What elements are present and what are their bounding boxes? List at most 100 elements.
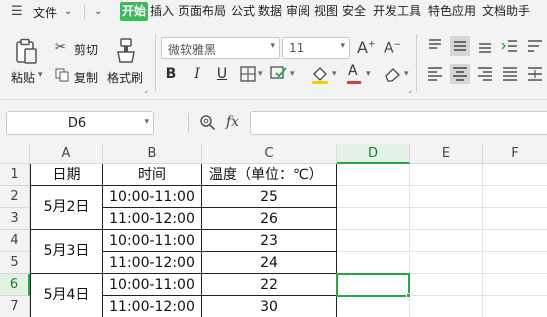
tab-view[interactable]: 视图 (312, 2, 340, 21)
cut-label[interactable]: 剪切 (74, 41, 98, 58)
distributed-align-icon[interactable] (525, 64, 545, 84)
cell-a4-merged[interactable]: 5月3日 (31, 230, 102, 273)
row-header-5[interactable]: 5 (0, 252, 30, 274)
decrease-font-icon[interactable]: A− (384, 40, 401, 57)
eraser-icon[interactable] (384, 66, 402, 82)
gridline (337, 207, 547, 208)
row-header-2[interactable]: 2 (0, 186, 30, 208)
cell-a6-merged[interactable]: 5月4日 (31, 274, 102, 317)
cell-c3[interactable]: 26 (202, 208, 336, 230)
cell-c7[interactable]: 30 (202, 296, 336, 317)
cell-a2-merged[interactable]: 5月2日 (31, 186, 102, 229)
indent-icon[interactable] (500, 36, 520, 56)
increase-font-icon[interactable]: A+ (357, 38, 376, 57)
gridline (337, 185, 547, 186)
align-middle-icon[interactable] (450, 36, 470, 56)
borders-icon[interactable] (240, 66, 256, 82)
cell-b5[interactable]: 11:00-12:00 (103, 252, 201, 274)
tab-formulas[interactable]: 公式 (229, 2, 257, 21)
scissors-icon[interactable]: ✂ (55, 40, 66, 55)
active-cell-d6[interactable] (336, 273, 410, 297)
file-menu[interactable]: 文件 (33, 4, 57, 21)
fill-color-icon[interactable] (310, 65, 330, 85)
font-color-icon[interactable]: A (348, 63, 358, 79)
chevron-down-icon[interactable]: ▾ (404, 69, 409, 79)
format-painter-label[interactable]: 格式刷 (107, 69, 143, 86)
font-size-select[interactable]: 11 ▾ (282, 37, 350, 59)
font-color-swatch (347, 81, 361, 84)
formula-input[interactable] (250, 111, 547, 135)
cell-b1[interactable]: 时间 (103, 164, 201, 186)
zoom-search-icon[interactable] (199, 114, 216, 131)
column-header-e[interactable]: E (410, 144, 483, 164)
cell-b7[interactable]: 11:00-12:00 (103, 296, 201, 317)
cell-b4[interactable]: 10:00-11:00 (103, 230, 201, 252)
tab-page-layout[interactable]: 页面布局 (176, 2, 228, 21)
tab-data[interactable]: 数据 (256, 2, 284, 21)
underline-icon[interactable]: U (212, 64, 232, 84)
more-chevron-icon[interactable]: ⌄ (94, 6, 102, 17)
bold-icon[interactable]: B (161, 64, 181, 84)
paste-icon[interactable] (14, 38, 38, 66)
paste-label[interactable]: 粘贴 (11, 69, 35, 86)
cell-b3[interactable]: 11:00-12:00 (103, 208, 201, 230)
copy-icon[interactable] (55, 68, 69, 82)
column-header-b[interactable]: B (103, 144, 202, 164)
cell-b6[interactable]: 10:00-11:00 (103, 274, 201, 296)
italic-icon[interactable]: I (187, 64, 207, 84)
column-header-f[interactable]: F (483, 144, 547, 164)
chevron-down-icon: ▾ (144, 117, 149, 127)
chevron-down-icon[interactable]: ▾ (332, 69, 337, 79)
font-launcher-icon[interactable]: ⌟ (408, 85, 412, 94)
chevron-down-icon[interactable]: ⌄ (64, 6, 72, 17)
font-name-select[interactable]: 微软雅黑 ▾ (161, 37, 280, 59)
wrap-text-icon[interactable] (525, 36, 545, 56)
clipboard-launcher-icon[interactable]: ⌟ (144, 85, 148, 94)
column-header-a[interactable]: A (30, 144, 103, 164)
row-header-7[interactable]: 7 (0, 296, 30, 317)
cell-style-icon[interactable] (270, 66, 288, 82)
chevron-down-icon[interactable]: ▾ (366, 69, 371, 79)
tab-special-apps[interactable]: 特色应用 (426, 2, 478, 21)
chevron-down-icon[interactable]: ▾ (290, 69, 295, 79)
format-painter-icon[interactable] (115, 38, 137, 64)
align-left-icon[interactable] (425, 64, 445, 84)
cell-c2[interactable]: 25 (202, 186, 336, 208)
tab-insert[interactable]: 插入 (148, 2, 176, 21)
cell-c6[interactable]: 22 (202, 274, 336, 296)
fill-handle[interactable] (406, 293, 411, 298)
formula-bar: D6 ▾ fx (0, 100, 547, 144)
align-top-icon[interactable] (425, 36, 445, 56)
ribbon-separator (155, 34, 156, 92)
copy-label[interactable]: 复制 (74, 69, 98, 86)
row-header-1[interactable]: 1 (0, 164, 30, 186)
column-header-d[interactable]: D (337, 144, 410, 164)
select-all-corner[interactable] (0, 144, 30, 164)
cell-c4[interactable]: 23 (202, 230, 336, 252)
align-bottom-icon[interactable] (475, 36, 495, 56)
row-header-3[interactable]: 3 (0, 208, 30, 230)
name-box[interactable]: D6 ▾ (6, 111, 154, 135)
cell-a1[interactable]: 日期 (31, 164, 102, 186)
tab-review[interactable]: 审阅 (284, 2, 312, 21)
align-right-icon[interactable] (475, 64, 495, 84)
cell-c1[interactable]: 温度（单位：℃） (202, 164, 336, 186)
hamburger-menu-icon[interactable]: ☰ (11, 4, 23, 19)
align-center-icon[interactable] (450, 64, 470, 84)
fx-icon[interactable]: fx (226, 114, 239, 130)
cell-c5[interactable]: 24 (202, 252, 336, 274)
column-header-c[interactable]: C (202, 144, 337, 164)
cell-b2[interactable]: 10:00-11:00 (103, 186, 201, 208)
font-name-value: 微软雅黑 (168, 43, 217, 57)
row-header-4[interactable]: 4 (0, 230, 30, 252)
tab-doc-assistant[interactable]: 文档助手 (480, 2, 532, 21)
justify-icon[interactable] (500, 64, 520, 84)
tab-home[interactable]: 开始 (120, 2, 149, 21)
paste-dropdown-icon[interactable]: ▾ (38, 70, 43, 80)
tab-developer[interactable]: 开发工具 (371, 2, 423, 21)
chevron-down-icon[interactable]: ▾ (258, 69, 263, 79)
ribbon-separator (416, 34, 417, 92)
tab-security[interactable]: 安全 (340, 2, 368, 21)
menu-separator (84, 5, 85, 19)
row-header-6[interactable]: 6 (0, 274, 30, 296)
